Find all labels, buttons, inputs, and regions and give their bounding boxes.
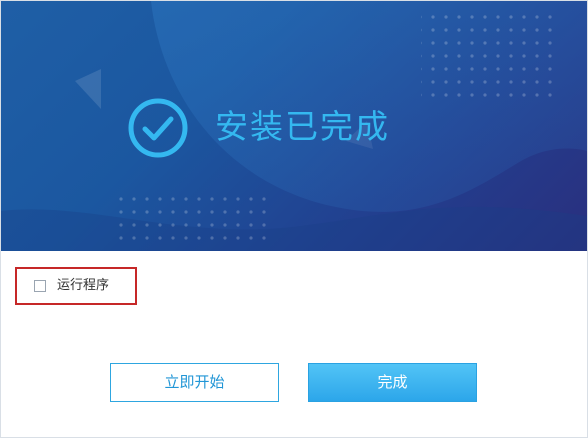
- finish-button[interactable]: 完成: [308, 363, 477, 402]
- completion-title: 安装已完成: [215, 107, 390, 146]
- run-program-checkbox[interactable]: [34, 280, 46, 292]
- start-now-button[interactable]: 立即开始: [110, 363, 279, 402]
- run-program-label[interactable]: 运行程序: [57, 277, 109, 295]
- completion-banner: 安装已完成: [1, 1, 587, 251]
- installer-window: 安装已完成 运行程序 立即开始 完成: [0, 0, 588, 438]
- check-circle-icon: [128, 98, 188, 158]
- run-program-option: 运行程序: [15, 267, 137, 305]
